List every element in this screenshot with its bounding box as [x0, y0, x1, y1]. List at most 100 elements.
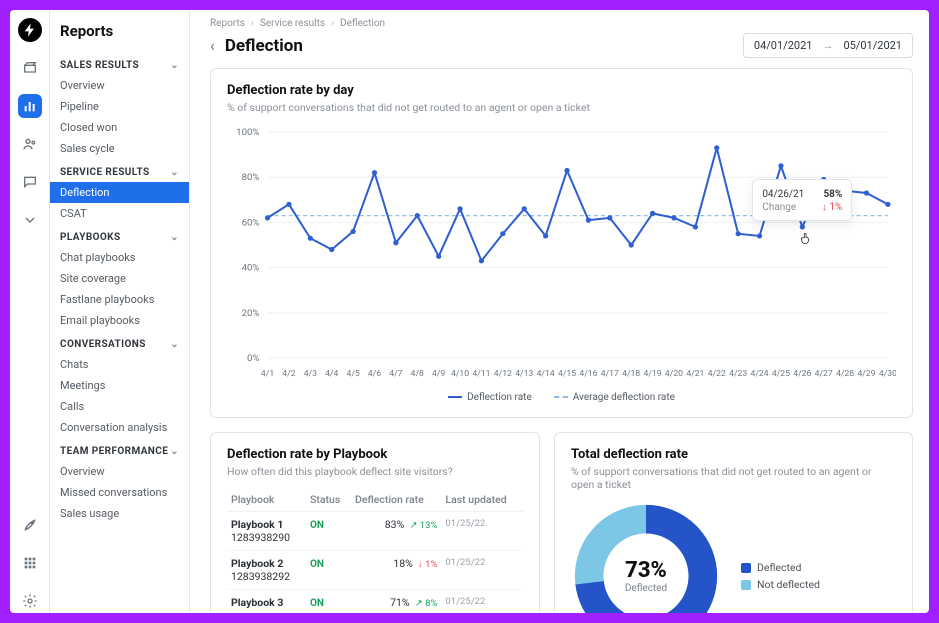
sidebar-section-header[interactable]: SERVICE RESULTS⌄	[60, 159, 179, 182]
card-title: Total deflection rate	[571, 447, 896, 462]
svg-text:4/25: 4/25	[772, 369, 790, 379]
svg-text:4/17: 4/17	[601, 369, 619, 379]
tooltip-value: 58%	[823, 189, 842, 200]
app-logo-icon[interactable]	[18, 18, 42, 42]
donut-value: 73%	[625, 558, 667, 583]
sidebar-item[interactable]: Site coverage	[60, 268, 179, 289]
chart-legend: Deflection rate Average deflection rate	[227, 392, 896, 403]
table-row[interactable]: Playbook 21283938292ON18% ↓ 1%01/25/22	[227, 551, 523, 590]
tooltip-date: 04/26/21	[762, 189, 804, 200]
svg-text:4/3: 4/3	[304, 369, 317, 379]
card-subtitle: How often did this playbook deflect site…	[227, 465, 523, 478]
date-to: 05/01/2021	[843, 39, 902, 52]
gear-icon[interactable]	[18, 589, 42, 613]
sidebar-item[interactable]: Sales cycle	[60, 138, 179, 159]
sidebar-section-header[interactable]: SALES RESULTS⌄	[60, 52, 179, 75]
svg-text:4/8: 4/8	[411, 369, 424, 379]
svg-text:4/11: 4/11	[472, 369, 490, 379]
back-button[interactable]: ‹	[210, 36, 215, 55]
svg-text:4/30: 4/30	[879, 369, 896, 379]
table-row[interactable]: Playbook 11283938290ON83% ↗ 13%01/25/22	[227, 512, 523, 551]
grid-icon[interactable]	[18, 551, 42, 575]
svg-text:4/1: 4/1	[261, 369, 274, 379]
svg-text:60%: 60%	[242, 217, 260, 228]
chat-icon[interactable]	[18, 170, 42, 194]
svg-text:4/18: 4/18	[622, 369, 640, 379]
table-header: Deflection rate	[351, 488, 441, 512]
playbook-table: PlaybookStatusDeflection rateLast update…	[227, 488, 523, 613]
date-from: 04/01/2021	[754, 39, 813, 52]
svg-text:40%: 40%	[242, 263, 260, 274]
breadcrumb-item: Deflection	[340, 18, 385, 29]
sidebar-item[interactable]: Closed won	[60, 117, 179, 138]
card-subtitle: % of support conversations that did not …	[571, 465, 896, 491]
svg-text:4/5: 4/5	[346, 369, 359, 379]
legend-item: Not deflected	[741, 578, 820, 591]
sidebar-item[interactable]: Overview	[60, 461, 179, 482]
chevron-down-icon: ⌄	[170, 232, 179, 243]
svg-text:4/16: 4/16	[579, 369, 597, 379]
deflection-chart-card: Deflection rate by day % of support conv…	[210, 68, 913, 418]
svg-text:4/4: 4/4	[325, 369, 338, 379]
chevron-down-icon: ⌄	[170, 167, 179, 178]
chart-title: Deflection rate by day	[227, 83, 896, 98]
svg-text:4/9: 4/9	[432, 369, 445, 379]
table-row[interactable]: Playbook 3ON71% ↗ 8%01/25/22	[227, 590, 523, 614]
svg-text:4/20: 4/20	[665, 369, 683, 379]
sidebar-item[interactable]: Chat playbooks	[60, 247, 179, 268]
tooltip-change-label: Change	[762, 202, 796, 213]
users-icon[interactable]	[18, 132, 42, 156]
sidebar-item[interactable]: Fastlane playbooks	[60, 289, 179, 310]
chevron-down-icon: ⌄	[170, 339, 179, 350]
breadcrumb: Reports › Service results › Deflection	[210, 18, 913, 29]
page-title: Deflection	[225, 36, 733, 56]
svg-text:20%: 20%	[242, 308, 260, 319]
sidebar-item[interactable]: Deflection	[50, 182, 189, 203]
donut-chart: 73% Deflected	[571, 501, 721, 613]
sidebar-item[interactable]: Calls	[60, 396, 179, 417]
arrow-right-icon: →	[822, 39, 833, 52]
svg-text:100%: 100%	[236, 127, 259, 138]
breadcrumb-item[interactable]: Reports	[210, 18, 245, 29]
sidebar-item[interactable]: Conversation analysis	[60, 417, 179, 438]
sidebar-section-header[interactable]: CONVERSATIONS⌄	[60, 331, 179, 354]
breadcrumb-item[interactable]: Service results	[260, 18, 325, 29]
total-deflection-card: Total deflection rate % of support conve…	[554, 432, 913, 613]
svg-text:4/14: 4/14	[537, 369, 555, 379]
sidebar-item[interactable]: Sales usage	[60, 503, 179, 524]
svg-text:4/13: 4/13	[515, 369, 533, 379]
sidebar-item[interactable]: Missed conversations	[60, 482, 179, 503]
sidebar-item[interactable]: Meetings	[60, 375, 179, 396]
svg-text:0%: 0%	[247, 353, 259, 364]
date-range-picker[interactable]: 04/01/2021 → 05/01/2021	[743, 33, 913, 58]
cube-icon[interactable]	[18, 56, 42, 80]
line-chart[interactable]: 0%20%40%60%80%100%4/14/24/34/44/54/64/74…	[227, 126, 896, 386]
legend-item: Average deflection rate	[554, 392, 675, 403]
svg-text:4/6: 4/6	[368, 369, 381, 379]
sidebar-item[interactable]: Email playbooks	[60, 310, 179, 331]
svg-text:4/23: 4/23	[729, 369, 747, 379]
sidebar: Reports SALES RESULTS⌄OverviewPipelineCl…	[50, 10, 190, 613]
chevron-down-icon: ⌄	[170, 60, 179, 71]
svg-text:4/27: 4/27	[815, 369, 833, 379]
chart-tooltip: 04/26/21 58% Change ↓ 1%	[752, 179, 852, 221]
sidebar-item[interactable]: Overview	[60, 75, 179, 96]
svg-text:4/24: 4/24	[751, 369, 769, 379]
chart-subtitle: % of support conversations that did not …	[227, 101, 896, 114]
reports-icon[interactable]	[18, 94, 42, 118]
sidebar-section-header[interactable]: TEAM PERFORMANCE⌄	[60, 438, 179, 461]
donut-legend: Deflected Not deflected	[741, 557, 820, 595]
card-title: Deflection rate by Playbook	[227, 447, 523, 462]
chevron-right-icon: ›	[251, 18, 254, 29]
status-badge: ON	[310, 559, 324, 570]
sidebar-item[interactable]: Pipeline	[60, 96, 179, 117]
sidebar-section-header[interactable]: PLAYBOOKS⌄	[60, 224, 179, 247]
rail-expand-icon[interactable]	[18, 208, 42, 232]
svg-text:4/26: 4/26	[793, 369, 811, 379]
sidebar-item[interactable]: CSAT	[60, 203, 179, 224]
svg-text:4/2: 4/2	[282, 369, 295, 379]
table-header: Playbook	[227, 488, 306, 512]
tooltip-change: ↓ 1%	[822, 202, 842, 213]
sidebar-item[interactable]: Chats	[60, 354, 179, 375]
rocket-icon[interactable]	[18, 513, 42, 537]
